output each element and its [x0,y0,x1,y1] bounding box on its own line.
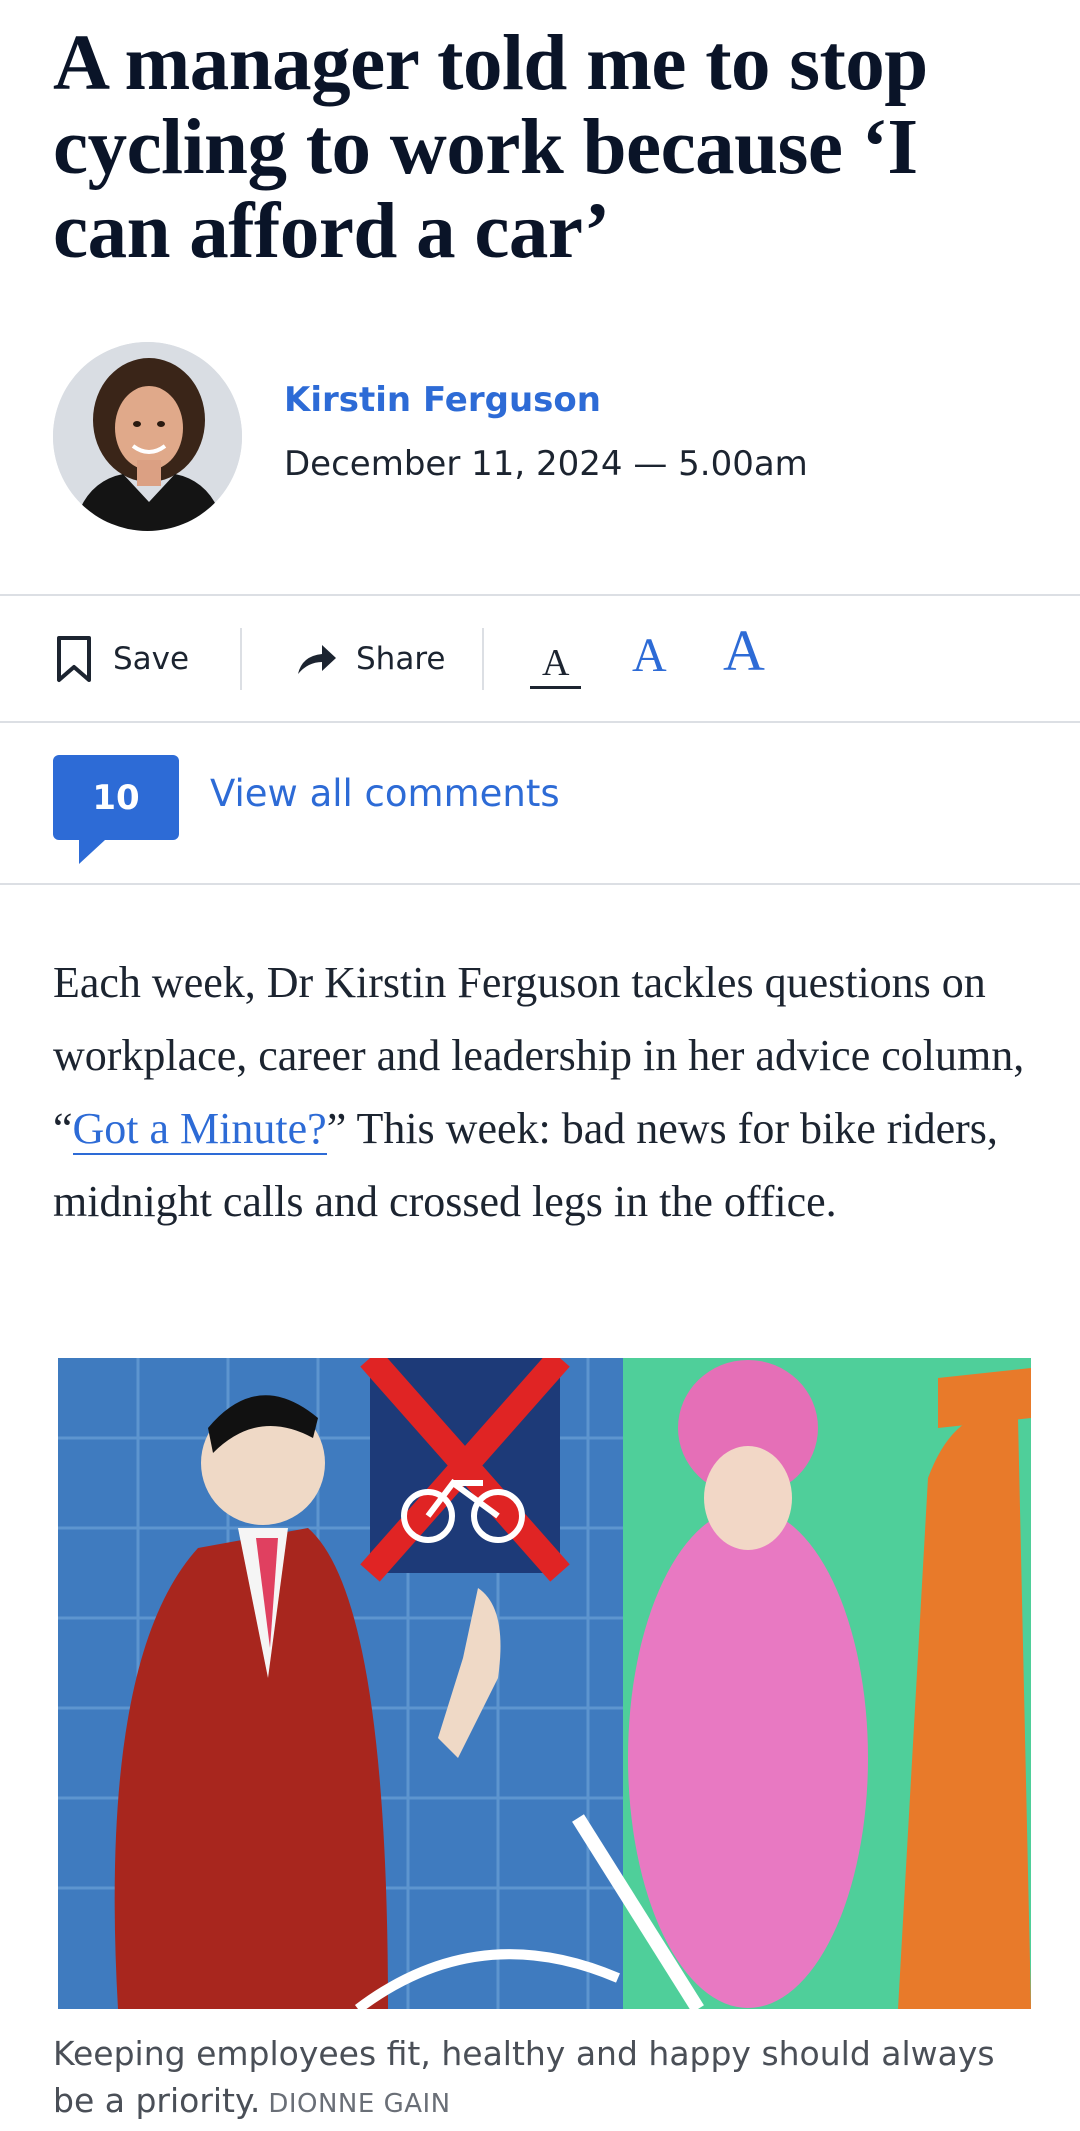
font-size-large-button[interactable]: A [723,618,765,684]
divider [0,883,1080,885]
comment-bubble-tail [79,840,105,864]
caption-text: Keeping employees fit, healthy and happy… [53,2034,995,2120]
save-label: Save [113,641,190,677]
article-intro: Each week, Dr Kirstin Ferguson tackles q… [53,946,1038,1238]
toolbar-separator [240,628,242,690]
got-a-minute-link[interactable]: Got a Minute? [72,1104,327,1155]
bookmark-icon [57,636,91,682]
author-avatar[interactable] [53,342,242,531]
comment-count-badge[interactable]: 10 [53,755,179,840]
author-name-link[interactable]: Kirstin Ferguson [284,380,601,420]
view-all-comments-link[interactable]: View all comments [210,772,560,815]
share-label: Share [356,641,446,677]
image-caption: Keeping employees fit, healthy and happy… [53,2030,1038,2128]
publish-date: December 11, 2024 — 5.00am [284,444,808,484]
save-button[interactable]: Save [55,596,189,722]
font-size-medium-button[interactable]: A [632,628,667,684]
image-credit: DIONNE GAIN [268,2089,451,2119]
divider [0,721,1080,723]
article-headline: A manager told me to stop cycling to wor… [53,20,928,275]
share-arrow-icon [298,645,336,674]
hero-illustration [58,1358,1031,2009]
share-button[interactable]: Share [296,596,445,722]
font-size-small-button[interactable]: A [530,640,582,689]
toolbar-separator [482,628,484,690]
article-toolbar: Save Share A A A [0,596,1080,722]
byline: Kirstin Ferguson December 11, 2024 — 5.0… [53,342,1033,532]
comments-bar: 10 View all comments [0,724,1080,884]
